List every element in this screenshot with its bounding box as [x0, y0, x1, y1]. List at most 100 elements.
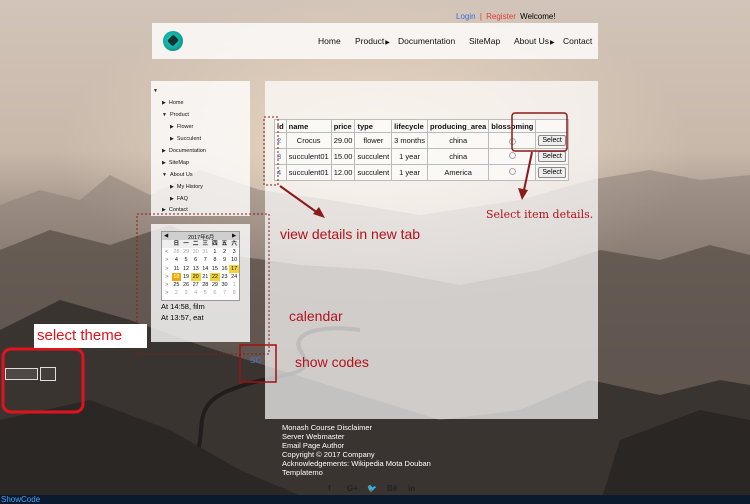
calendar-day[interactable]: 12	[181, 265, 191, 273]
select-button[interactable]: Select	[538, 135, 566, 146]
theme-input[interactable]	[5, 368, 38, 380]
calendar-day[interactable]: 19	[181, 273, 191, 281]
calendar-day[interactable]: 8	[229, 289, 239, 297]
calendar-day[interactable]: 22	[210, 272, 220, 281]
calendar-week-nav[interactable]: >	[162, 289, 172, 297]
col-header[interactable]: type	[354, 119, 393, 133]
calendar-day[interactable]: 16	[220, 265, 230, 273]
calendar-day[interactable]: 28	[172, 248, 182, 256]
calendar-day[interactable]: 1	[210, 248, 220, 256]
col-header[interactable]: lifecycle	[391, 119, 429, 133]
calendar-day[interactable]: 31	[201, 248, 211, 256]
calendar-day[interactable]: 13	[191, 265, 201, 273]
tree-item-home[interactable]: ▶ Home	[162, 100, 184, 106]
calendar-day[interactable]: 15	[210, 265, 220, 273]
nav-contact[interactable]: Contact	[563, 36, 592, 46]
calendar-day[interactable]: 6	[191, 256, 201, 264]
calendar-week-nav[interactable]: >	[162, 256, 172, 264]
nav-sitemap[interactable]: SiteMap	[469, 36, 500, 46]
checkbox[interactable]: ✓	[508, 138, 516, 145]
tree-item-contact[interactable]: ▶ Contact	[162, 207, 188, 213]
calendar-day[interactable]: 3	[229, 248, 239, 256]
col-header[interactable]: price	[330, 119, 356, 133]
calendar-day[interactable]: 18	[171, 272, 182, 281]
footer-line[interactable]: Templatemo	[282, 468, 431, 477]
site-logo[interactable]	[163, 31, 183, 51]
footer-line[interactable]: Acknowledgements: Wikipedia Mota Douban	[282, 459, 431, 468]
calendar-day[interactable]: 30	[220, 281, 230, 289]
col-header[interactable]: producing_area	[427, 119, 490, 133]
calendar-week-nav[interactable]: <	[162, 248, 172, 256]
register-link[interactable]: Register	[486, 12, 516, 21]
login-link[interactable]: Login	[456, 12, 476, 21]
nav-product[interactable]: Product▶	[355, 36, 390, 46]
calendar-day[interactable]: 23	[220, 273, 230, 281]
table-row[interactable]: 4 succulent01 12.00 succulent 1 year Ame…	[274, 164, 569, 181]
calendar-week-nav[interactable]: >	[162, 281, 172, 289]
tree-root-toggle[interactable]: ▼	[153, 88, 161, 94]
calendar-day[interactable]: 17	[229, 264, 239, 273]
google-plus-icon[interactable]: G+	[347, 484, 358, 493]
calendar-day[interactable]: 29	[181, 248, 191, 256]
select-button[interactable]: Select	[538, 151, 566, 162]
tree-item-documentation[interactable]: ▶ Documentation	[162, 148, 206, 154]
nav-documentation[interactable]: Documentation	[398, 36, 455, 46]
footer-line[interactable]: Server Webmaster	[282, 432, 431, 441]
show-code-link[interactable]: SC	[250, 356, 261, 365]
calendar-day[interactable]: 1	[229, 281, 239, 289]
calendar-day[interactable]: 3	[181, 289, 191, 297]
footer-line[interactable]: Monash Course Disclaimer	[282, 423, 431, 432]
tree-item-flower[interactable]: ▶ Flower	[170, 124, 193, 130]
tree-item-faq[interactable]: ▶ FAQ	[170, 196, 188, 202]
calendar-day[interactable]: 25	[172, 281, 182, 289]
calendar-day[interactable]: 14	[201, 265, 211, 273]
prev-month-icon[interactable]: ◀	[164, 233, 168, 239]
calendar-day[interactable]: 11	[172, 265, 182, 273]
next-month-icon[interactable]: ▶	[232, 233, 236, 239]
calendar-day[interactable]: 30	[191, 248, 201, 256]
calendar-day[interactable]: 2	[220, 248, 230, 256]
calendar-week-nav[interactable]: >	[162, 273, 172, 281]
calendar-day[interactable]: 29	[210, 281, 220, 289]
linkedin-icon[interactable]: in	[408, 484, 415, 493]
col-header[interactable]: blossoming	[488, 119, 537, 133]
calendar-day[interactable]: 7	[201, 256, 211, 264]
calendar-day[interactable]: 5	[181, 256, 191, 264]
calendar-day[interactable]: 7	[220, 289, 230, 297]
col-header[interactable]: id	[274, 119, 287, 133]
checkbox[interactable]	[508, 168, 516, 175]
table-row[interactable]: 3 succulent01 15.00 succulent 1 year chi…	[274, 148, 569, 165]
calendar-day[interactable]: 8	[210, 256, 220, 264]
calendar-day[interactable]: 21	[201, 273, 211, 281]
calendar-day[interactable]: 2	[172, 289, 182, 297]
tree-item-succulent[interactable]: ▶ Succulent	[170, 136, 201, 142]
checkbox[interactable]	[508, 152, 516, 159]
footer-line[interactable]: Email Page Author	[282, 441, 431, 450]
nav-about-us[interactable]: About Us▶	[514, 36, 555, 46]
behance-icon[interactable]: Bē	[387, 484, 397, 493]
calendar-day[interactable]: 24	[229, 273, 239, 281]
calendar-day[interactable]: 28	[201, 281, 211, 289]
calendar-day[interactable]: 4	[172, 256, 182, 264]
tree-item-product[interactable]: ▼ Product	[162, 112, 189, 118]
tree-item-sitemap[interactable]: ▶ SiteMap	[162, 160, 189, 166]
calendar-day[interactable]: 10	[229, 256, 239, 264]
calendar-day[interactable]: 27	[191, 281, 201, 289]
nav-home[interactable]: Home	[318, 36, 341, 46]
calendar-day[interactable]: 4	[191, 289, 201, 297]
show-code-link[interactable]: ShowCode	[1, 495, 40, 504]
tree-item-my-history[interactable]: ▶ My History	[170, 184, 203, 190]
calendar-day[interactable]: 5	[201, 289, 211, 297]
calendar-week-nav[interactable]: >	[162, 265, 172, 273]
facebook-icon[interactable]: f	[328, 484, 331, 493]
calendar-day[interactable]: 9	[220, 256, 230, 264]
table-row[interactable]: 2 Crocus 29.00 flower 3 months china ✓ S…	[274, 132, 569, 149]
calendar-day[interactable]: 20	[190, 272, 201, 281]
select-button[interactable]: Select	[538, 167, 566, 178]
col-header[interactable]: name	[285, 119, 332, 133]
calendar-day[interactable]: 26	[181, 281, 191, 289]
calendar-day[interactable]: 6	[210, 289, 220, 297]
theme-button[interactable]	[40, 367, 56, 381]
tree-item-about-us[interactable]: ▼ About Us	[162, 172, 193, 178]
twitter-icon[interactable]: 🐦	[367, 484, 377, 493]
